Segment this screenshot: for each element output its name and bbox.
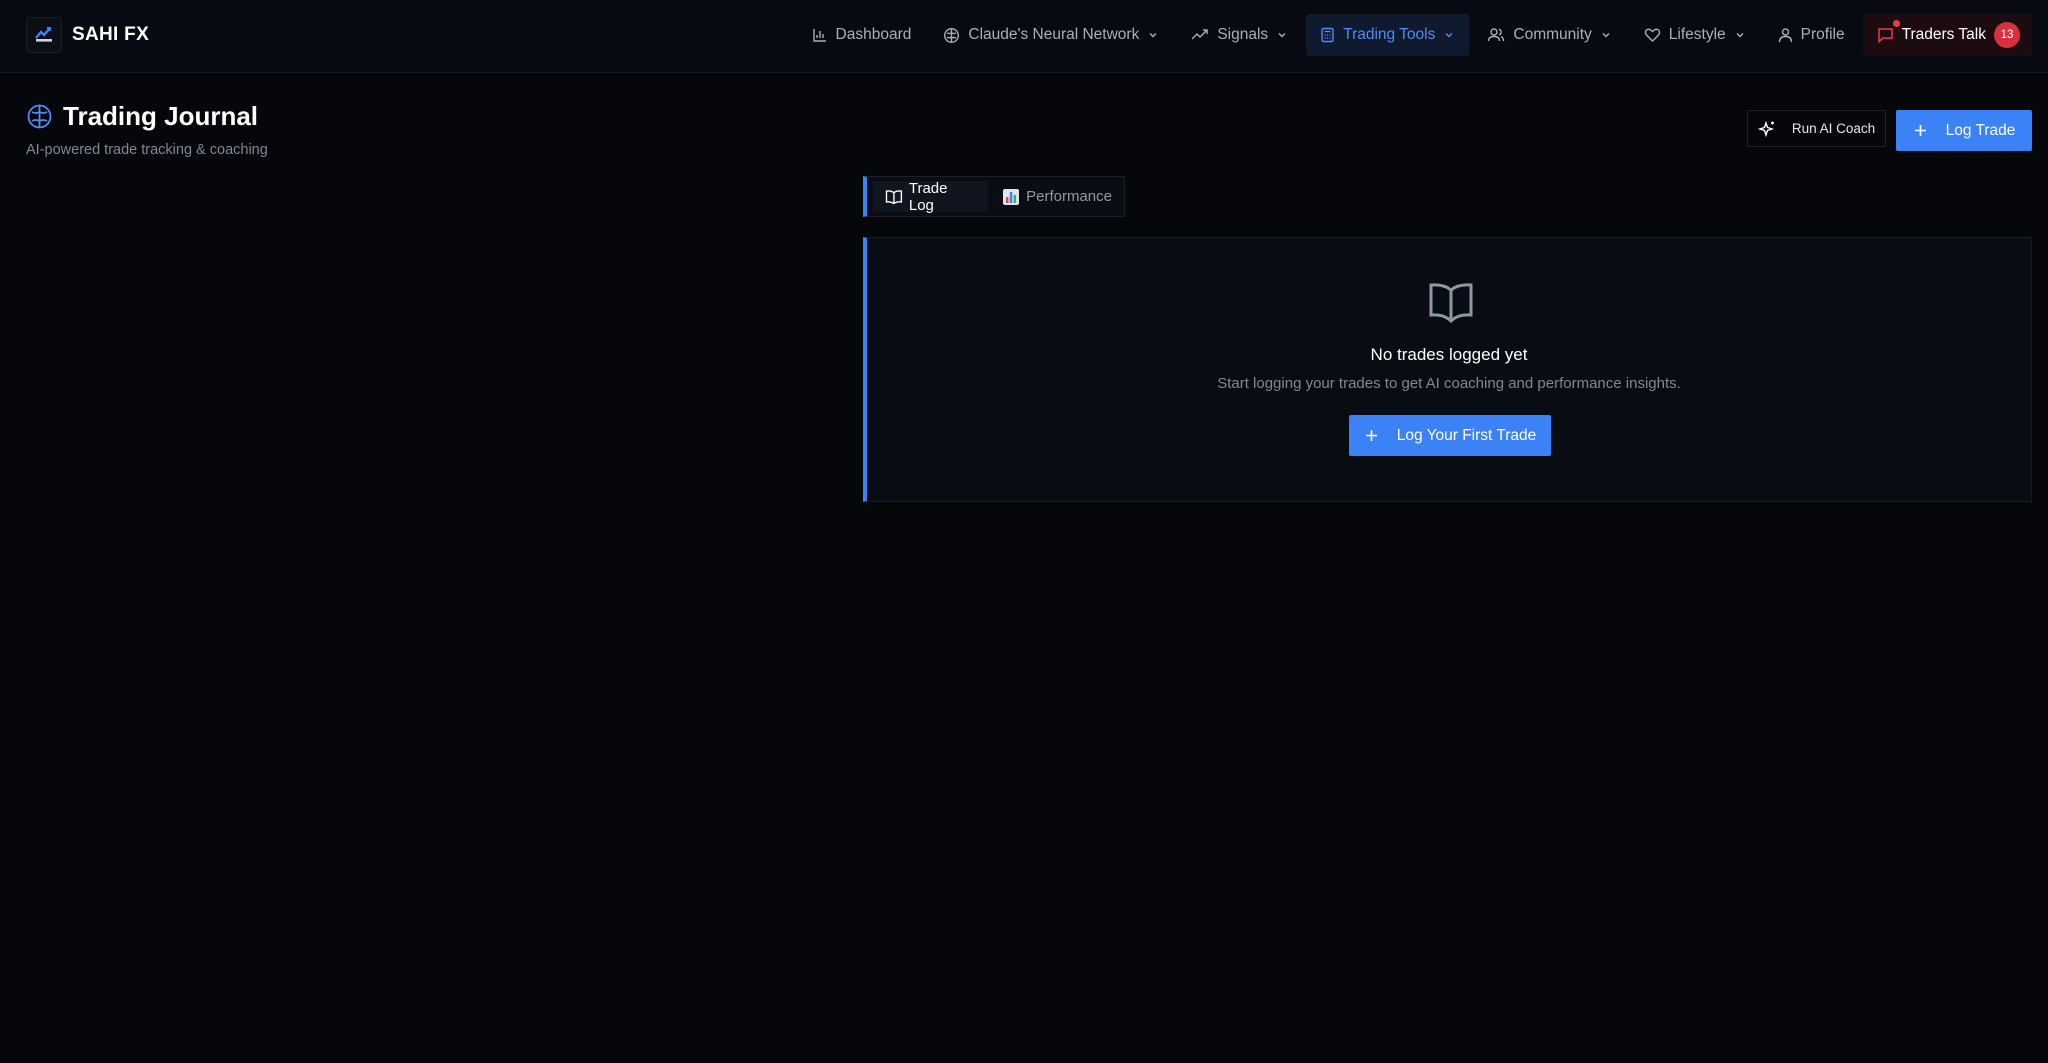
log-first-trade-button[interactable]: Log Your First Trade [1349, 415, 1551, 456]
calculator-icon [1321, 27, 1334, 43]
nav-community-label: Community [1513, 26, 1592, 43]
nav-lifestyle-label: Lifestyle [1668, 26, 1726, 43]
sparkles-icon [1757, 120, 1775, 137]
brand[interactable]: SAHI FX [26, 17, 149, 53]
book-open-icon [885, 189, 903, 204]
trending-up-icon [1191, 29, 1209, 40]
chevron-down-icon [1602, 33, 1610, 38]
nav-trading-tools[interactable]: Trading Tools [1306, 14, 1470, 56]
nav-neural-network-label: Claude's Neural Network [968, 26, 1140, 43]
nav-dashboard[interactable]: Dashboard [798, 14, 926, 56]
chevron-down-icon [1149, 33, 1157, 38]
empty-state-title: No trades logged yet [1370, 345, 1528, 364]
brain-icon [27, 104, 52, 129]
users-icon [1488, 28, 1505, 42]
page-title: Trading Journal [63, 101, 259, 131]
tab-performance-label: Performance [1026, 188, 1112, 205]
bar-chart-icon [812, 29, 826, 42]
empty-state-description: Start logging your trades to get AI coac… [1217, 375, 1681, 392]
nav-traders-talk-label: Traders Talk [1901, 26, 1986, 43]
nav-neural-network[interactable]: Claude's Neural Network [929, 14, 1173, 56]
main-nav: Dashboard Claude's Neural Network Signal… [798, 14, 2032, 56]
tab-trade-log[interactable]: Trade Log [873, 179, 989, 214]
chart-emoji-icon [1002, 188, 1020, 206]
nav-signals-label: Signals [1217, 26, 1269, 43]
log-trade-button[interactable]: Log Trade [1896, 110, 2032, 151]
plus-icon [1365, 430, 1377, 441]
nav-profile-label: Profile [1800, 26, 1845, 43]
top-navigation-bar: SAHI FX Dashboard Claude's Neural Networ… [0, 0, 2048, 73]
page-subtitle: AI-powered trade tracking & coaching [26, 142, 268, 158]
log-trade-label: Log Trade [1945, 121, 2016, 139]
run-ai-coach-button[interactable]: Run AI Coach [1747, 110, 1886, 147]
chevron-down-icon [1736, 33, 1744, 38]
tab-trade-log-label: Trade Log [908, 179, 948, 214]
heart-icon [1644, 28, 1660, 42]
brain-icon [944, 27, 960, 43]
nav-trading-tools-label: Trading Tools [1343, 26, 1436, 43]
brand-name: SAHI FX [72, 24, 150, 45]
notification-dot [1892, 20, 1900, 27]
nav-lifestyle[interactable]: Lifestyle [1630, 14, 1760, 56]
unread-count-badge: 13 [1994, 22, 2020, 48]
nav-dashboard-label: Dashboard [835, 26, 912, 43]
chevron-down-icon [1445, 33, 1453, 38]
log-first-trade-label: Log Your First Trade [1396, 426, 1537, 444]
nav-community[interactable]: Community [1473, 14, 1625, 56]
plus-icon [1914, 125, 1926, 136]
user-icon [1778, 28, 1792, 43]
nav-signals[interactable]: Signals [1177, 14, 1302, 56]
nav-traders-talk[interactable]: Traders Talk 13 [1862, 14, 2032, 56]
chevron-down-icon [1278, 33, 1286, 38]
nav-profile[interactable]: Profile [1764, 14, 1859, 56]
run-ai-coach-label: Run AI Coach [1791, 121, 1876, 136]
brand-logo [26, 17, 62, 53]
page-title-row: Trading Journal [26, 101, 258, 132]
journal-tabs: Trade Log Performance [863, 176, 1125, 217]
message-icon [1877, 28, 1893, 43]
book-open-icon [1429, 283, 1473, 324]
tab-performance[interactable]: Performance [990, 181, 1124, 212]
trade-log-panel: No trades logged yet Start logging your … [863, 237, 2032, 502]
